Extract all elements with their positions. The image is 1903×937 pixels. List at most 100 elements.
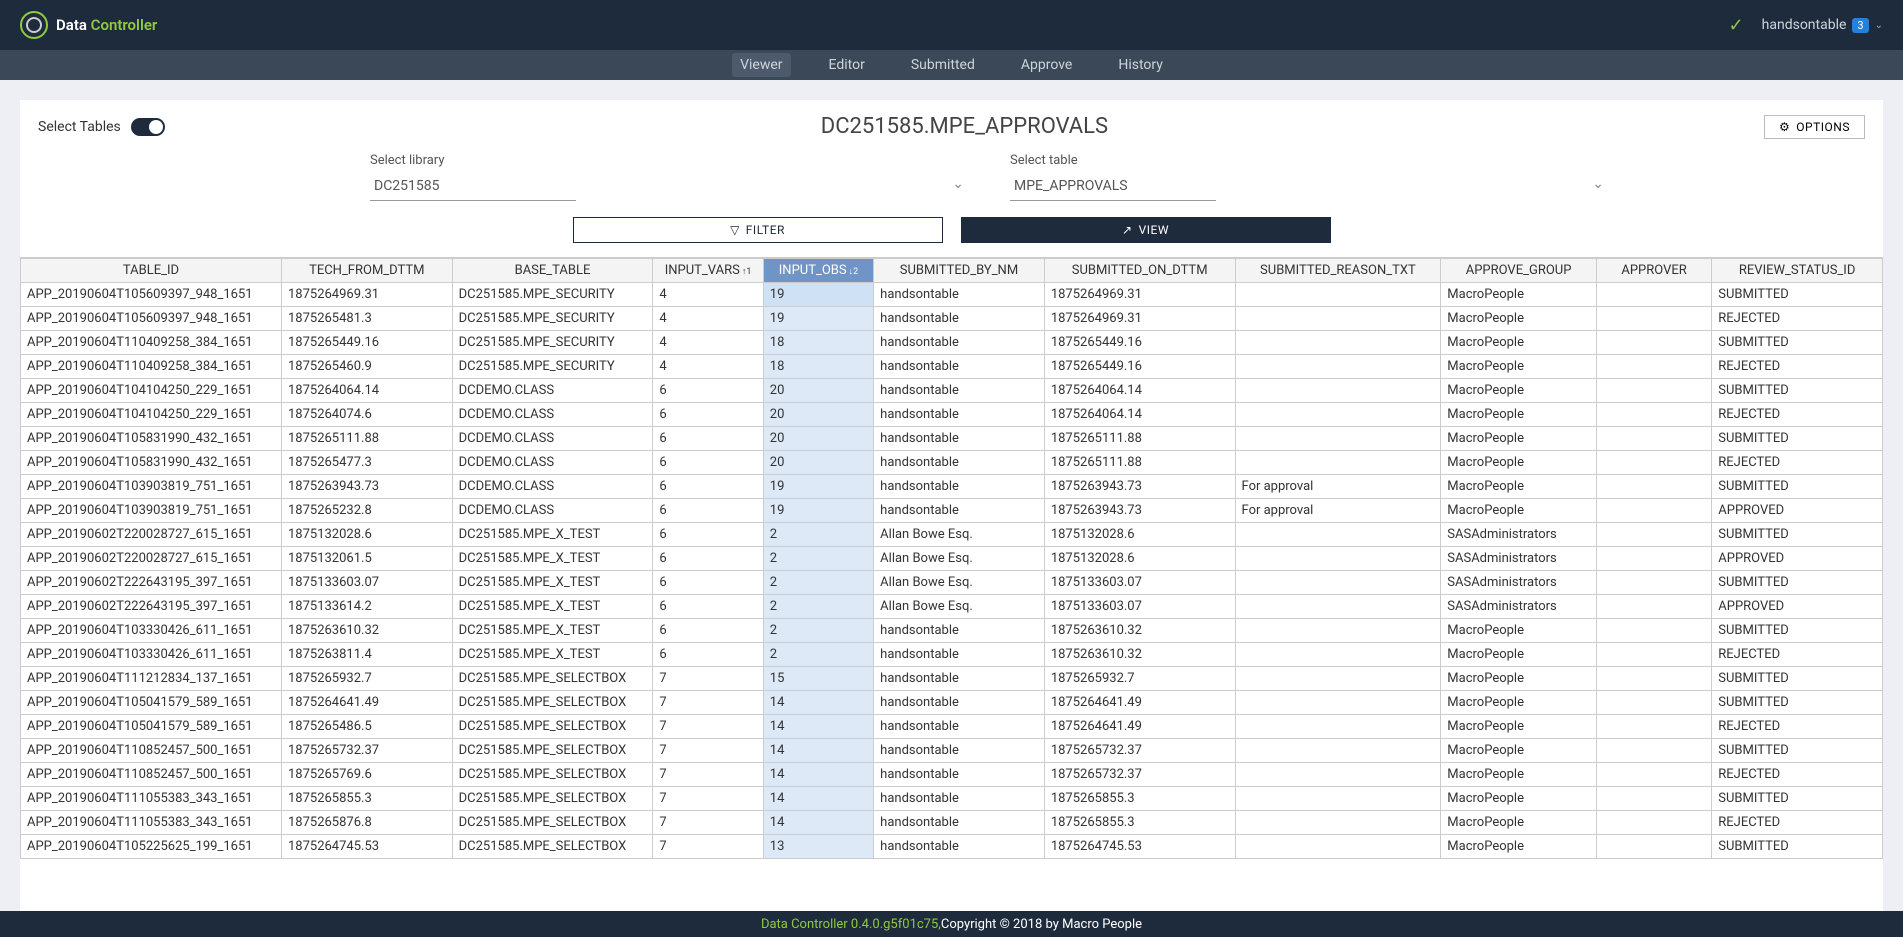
table-row[interactable]: APP_20190604T103330426_611_1651187526381… — [21, 643, 1883, 667]
cell[interactable] — [1235, 379, 1441, 403]
cell[interactable] — [1596, 811, 1711, 835]
cell[interactable]: 7 — [653, 691, 763, 715]
cell[interactable]: 1875264745.53 — [1044, 835, 1235, 859]
cell[interactable]: APP_20190604T105831990_432_1651 — [21, 451, 282, 475]
cell[interactable]: DC251585.MPE_SELECTBOX — [452, 835, 653, 859]
cell[interactable]: 7 — [653, 835, 763, 859]
cell[interactable]: 1875263943.73 — [1044, 499, 1235, 523]
col-input_obs[interactable]: INPUT_OBS↓2 — [763, 259, 873, 283]
cell[interactable]: REJECTED — [1712, 355, 1883, 379]
cell[interactable] — [1596, 763, 1711, 787]
view-button[interactable]: ↗ VIEW — [961, 217, 1331, 243]
cell[interactable]: handsontable — [874, 787, 1045, 811]
cell[interactable]: DC251585.MPE_X_TEST — [452, 595, 653, 619]
table-scroll[interactable]: TABLE_IDTECH_FROM_DTTMBASE_TABLEINPUT_VA… — [20, 257, 1883, 911]
col-approve_group[interactable]: APPROVE_GROUP — [1441, 259, 1597, 283]
cell[interactable]: DC251585.MPE_SECURITY — [452, 355, 653, 379]
col-table_id[interactable]: TABLE_ID — [21, 259, 282, 283]
cell[interactable] — [1596, 595, 1711, 619]
cell[interactable]: 1875265111.88 — [281, 427, 452, 451]
cell[interactable]: 1875263943.73 — [1044, 475, 1235, 499]
cell[interactable]: DCDEMO.CLASS — [452, 379, 653, 403]
cell[interactable]: MacroPeople — [1441, 283, 1597, 307]
cell[interactable]: MacroPeople — [1441, 739, 1597, 763]
cell[interactable]: SUBMITTED — [1712, 379, 1883, 403]
cell[interactable]: DC251585.MPE_SELECTBOX — [452, 787, 653, 811]
table-row[interactable]: APP_20190604T105609397_948_1651187526496… — [21, 283, 1883, 307]
cell[interactable]: MacroPeople — [1441, 811, 1597, 835]
cell[interactable]: SUBMITTED — [1712, 427, 1883, 451]
cell[interactable]: DCDEMO.CLASS — [452, 475, 653, 499]
cell[interactable]: 19 — [763, 475, 873, 499]
cell[interactable]: 19 — [763, 499, 873, 523]
cell[interactable]: APP_20190604T104104250_229_1651 — [21, 379, 282, 403]
table-row[interactable]: APP_20190604T105041579_589_1651 187526464… — [21, 691, 1883, 715]
cell[interactable]: 1875265769.6 — [281, 763, 452, 787]
cell[interactable]: 1875264641.49 — [1044, 691, 1235, 715]
cell[interactable]: 20 — [763, 379, 873, 403]
cell[interactable]: 13 — [763, 835, 873, 859]
cell[interactable]: 1875265932.7 — [1044, 667, 1235, 691]
cell[interactable]: Allan Bowe Esq. — [874, 595, 1045, 619]
cell[interactable] — [1235, 787, 1441, 811]
cell[interactable]: DC251585.MPE_X_TEST — [452, 643, 653, 667]
cell[interactable]: SUBMITTED — [1712, 667, 1883, 691]
library-select[interactable] — [370, 172, 576, 201]
cell[interactable]: SUBMITTED — [1712, 571, 1883, 595]
table-row[interactable]: APP_20190602T222643195_397_1651187513360… — [21, 571, 1883, 595]
cell[interactable]: 7 — [653, 811, 763, 835]
cell[interactable] — [1235, 763, 1441, 787]
cell[interactable] — [1235, 643, 1441, 667]
cell[interactable]: 1875265449.16 — [1044, 331, 1235, 355]
cell[interactable]: 2 — [763, 619, 873, 643]
cell[interactable]: 2 — [763, 595, 873, 619]
cell[interactable]: DC251585.MPE_SELECTBOX — [452, 763, 653, 787]
cell[interactable]: 6 — [653, 547, 763, 571]
cell[interactable]: 1875132028.6 — [1044, 547, 1235, 571]
cell[interactable]: 6 — [653, 523, 763, 547]
cell[interactable] — [1235, 331, 1441, 355]
cell[interactable]: MacroPeople — [1441, 643, 1597, 667]
cell[interactable]: SASAdministrators — [1441, 571, 1597, 595]
cell[interactable] — [1235, 355, 1441, 379]
cell[interactable]: APP_20190604T110409258_384_1651 — [21, 355, 282, 379]
cell[interactable] — [1596, 571, 1711, 595]
cell[interactable]: APP_20190604T103330426_611_1651 — [21, 619, 282, 643]
cell[interactable]: MacroPeople — [1441, 403, 1597, 427]
cell[interactable]: 7 — [653, 763, 763, 787]
col-input_vars[interactable]: INPUT_VARS↑1 — [653, 259, 763, 283]
col-submitted_reason_txt[interactable]: SUBMITTED_REASON_TXT — [1235, 259, 1441, 283]
cell[interactable]: 1875133603.07 — [281, 571, 452, 595]
table-row[interactable]: APP_20190604T111055383_343_1651187526585… — [21, 787, 1883, 811]
cell[interactable]: 20 — [763, 451, 873, 475]
cell[interactable]: SUBMITTED — [1712, 619, 1883, 643]
cell[interactable]: 1875265876.8 — [281, 811, 452, 835]
cell[interactable]: handsontable — [874, 619, 1045, 643]
cell[interactable]: APP_20190604T105041579_589_1651 — [21, 691, 282, 715]
cell[interactable]: DC251585.MPE_X_TEST — [452, 547, 653, 571]
table-row[interactable]: APP_20190604T105831990_432_1651187526547… — [21, 451, 1883, 475]
table-row[interactable]: APP_20190604T110852457_500_1651187526573… — [21, 739, 1883, 763]
cell[interactable]: 1875265481.3 — [281, 307, 452, 331]
user-menu[interactable]: handsontable 3 ⌄ — [1762, 17, 1883, 33]
cell[interactable]: APP_20190604T105609397_948_1651 — [21, 283, 282, 307]
cell[interactable]: 2 — [763, 571, 873, 595]
cell[interactable]: Allan Bowe Esq. — [874, 547, 1045, 571]
cell[interactable]: SUBMITTED — [1712, 739, 1883, 763]
table-row[interactable]: APP_20190602T220028727_615_1651187513206… — [21, 547, 1883, 571]
cell[interactable]: SUBMITTED — [1712, 691, 1883, 715]
cell[interactable]: SUBMITTED — [1712, 523, 1883, 547]
cell[interactable] — [1596, 619, 1711, 643]
cell[interactable]: 14 — [763, 811, 873, 835]
cell[interactable]: handsontable — [874, 643, 1045, 667]
cell[interactable]: MacroPeople — [1441, 619, 1597, 643]
cell[interactable]: 1875263610.32 — [1044, 643, 1235, 667]
table-row[interactable]: APP_20190604T111212834_137_1651187526593… — [21, 667, 1883, 691]
cell[interactable]: DCDEMO.CLASS — [452, 427, 653, 451]
cell[interactable]: APP_20190602T220028727_615_1651 — [21, 547, 282, 571]
cell[interactable]: handsontable — [874, 811, 1045, 835]
cell[interactable]: DC251585.MPE_SECURITY — [452, 331, 653, 355]
cell[interactable]: For approval — [1235, 475, 1441, 499]
cell[interactable]: REJECTED — [1712, 643, 1883, 667]
cell[interactable]: 18 — [763, 355, 873, 379]
